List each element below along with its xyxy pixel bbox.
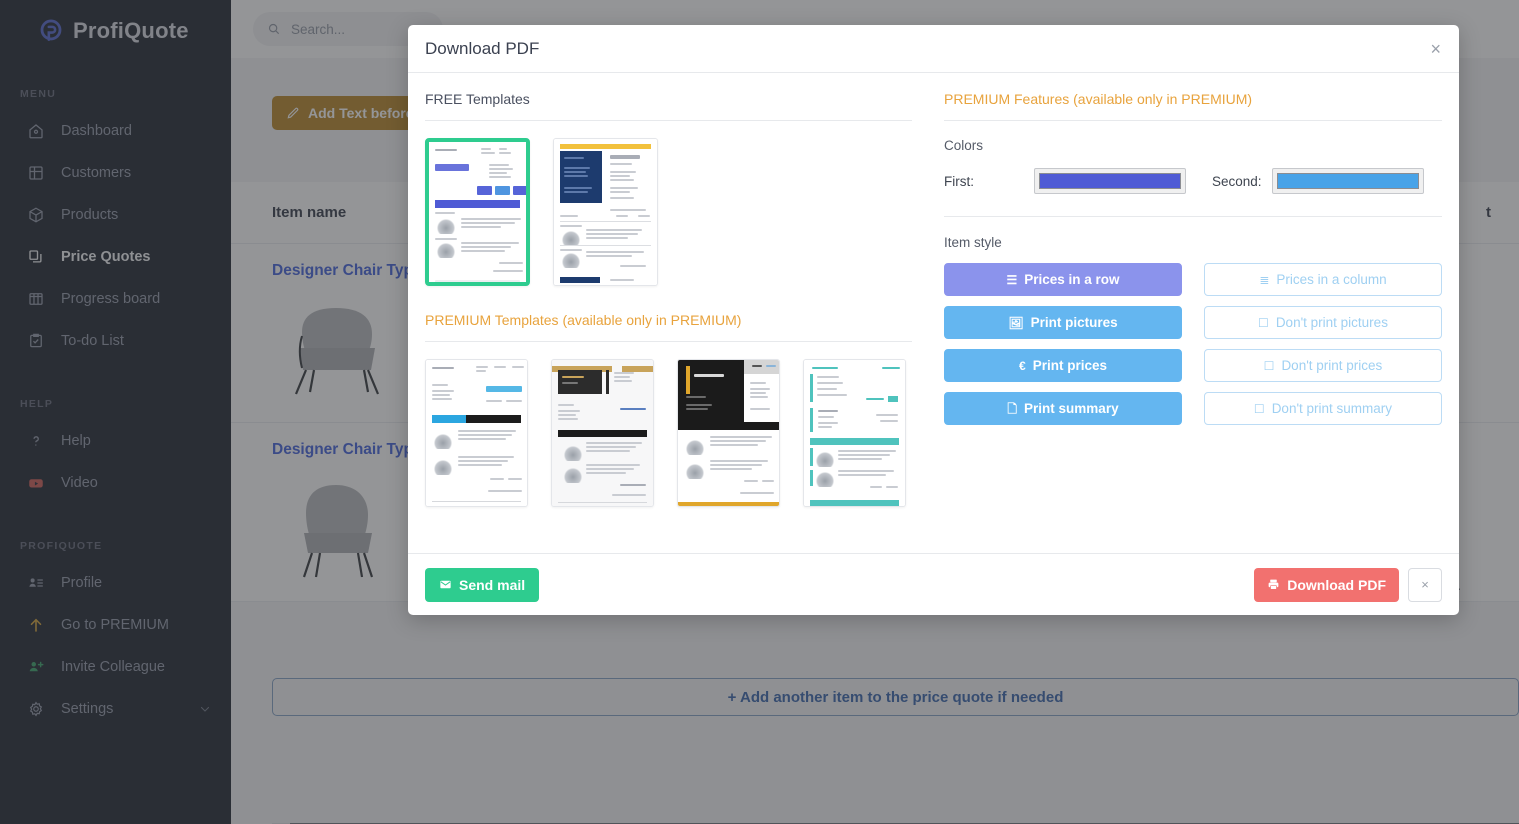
square-icon: ☐ (1253, 401, 1265, 416)
style-button-label: Print pictures (1030, 315, 1118, 330)
item-style-options: ☰ Prices in a row ≣ Prices in a column 🖼… (944, 263, 1442, 425)
columns-list-icon: ≣ (1259, 272, 1270, 287)
style-print-summary-button[interactable]: 🗋 Print summary (944, 392, 1182, 425)
color-second-swatch (1277, 173, 1419, 189)
footer-close-button[interactable]: × (1408, 567, 1442, 602)
style-dont-print-pictures-button[interactable]: ☐ Don't print pictures (1204, 306, 1442, 339)
style-dont-print-summary-button[interactable]: ☐ Don't print summary (1204, 392, 1442, 425)
style-button-label: Don't print summary (1271, 401, 1393, 416)
footer-actions: Download PDF × (1254, 567, 1442, 602)
divider (944, 216, 1442, 217)
free-templates-list (425, 138, 912, 286)
style-button-label: Don't print pictures (1275, 315, 1388, 330)
divider (425, 341, 912, 342)
premium-templates-title: PREMIUM Templates (available only in PRE… (425, 312, 742, 328)
download-pdf-label: Download PDF (1287, 576, 1386, 593)
image-icon: 🖼 (1008, 315, 1024, 330)
modal-footer: Send mail Download PDF × (408, 553, 1459, 615)
style-prices-in-a-column-button[interactable]: ≣ Prices in a column (1204, 263, 1442, 296)
colors-row: First: Second: (944, 168, 1442, 194)
color-first-swatch (1039, 173, 1181, 189)
square-icon: ☐ (1258, 315, 1269, 330)
rows-icon: ☰ (1006, 272, 1018, 287)
style-print-pictures-button[interactable]: 🖼 Print pictures (944, 306, 1182, 339)
divider (425, 120, 912, 121)
style-prices-in-a-row-button[interactable]: ☰ Prices in a row (944, 263, 1182, 296)
color-second-label: Second: (1212, 173, 1262, 189)
note-icon: 🗋 (1007, 401, 1018, 416)
style-button-label: Print prices (1032, 358, 1107, 373)
style-button-label: Don't print prices (1281, 358, 1383, 373)
send-mail-label: Send mail (459, 576, 526, 593)
style-print-prices-button[interactable]: € Print prices (944, 349, 1182, 382)
premium-features-column: PREMIUM Features (available only in PREM… (922, 91, 1442, 553)
color-first-picker[interactable] (1034, 168, 1186, 194)
premium-features-title: PREMIUM Features (available only in PREM… (944, 91, 1253, 107)
style-button-label: Print summary (1024, 401, 1119, 416)
templates-column: FREE Templates PREMIUM Templates (availa… (425, 91, 922, 553)
square-icon: ☐ (1263, 358, 1275, 373)
download-pdf-modal: Download PDF × FREE Templates PREMIUM Te… (408, 25, 1459, 615)
free-templates-title: FREE Templates (425, 91, 530, 107)
template-thumbnail-premium-4[interactable] (803, 359, 906, 507)
item-style-label: Item style (944, 235, 1002, 250)
printer-icon (1268, 579, 1279, 590)
modal-header: Download PDF × (408, 25, 1459, 73)
colors-label: Colors (944, 138, 984, 153)
color-second-picker[interactable] (1272, 168, 1424, 194)
template-thumbnail-free-2[interactable] (553, 138, 658, 286)
close-icon[interactable]: × (1430, 40, 1441, 58)
modal-title: Download PDF (425, 38, 540, 58)
euro-icon: € (1019, 358, 1026, 373)
template-thumbnail-free-1[interactable] (425, 138, 530, 286)
download-pdf-button[interactable]: Download PDF (1254, 567, 1399, 602)
template-thumbnail-premium-2[interactable] (551, 359, 654, 507)
envelope-icon (440, 580, 451, 589)
modal-body: FREE Templates PREMIUM Templates (availa… (408, 73, 1459, 553)
divider (944, 120, 1442, 121)
send-mail-button[interactable]: Send mail (425, 567, 540, 602)
app-root: ProfiQuote MENU Dashboard Customers Prod… (0, 0, 1519, 824)
template-thumbnail-premium-1[interactable] (425, 359, 528, 507)
template-thumbnail-premium-3[interactable] (677, 359, 780, 507)
premium-templates-list (425, 359, 912, 507)
style-button-label: Prices in a row (1024, 272, 1120, 287)
style-button-label: Prices in a column (1276, 272, 1387, 287)
style-dont-print-prices-button[interactable]: ☐ Don't print prices (1204, 349, 1442, 382)
color-first-label: First: (944, 173, 974, 189)
